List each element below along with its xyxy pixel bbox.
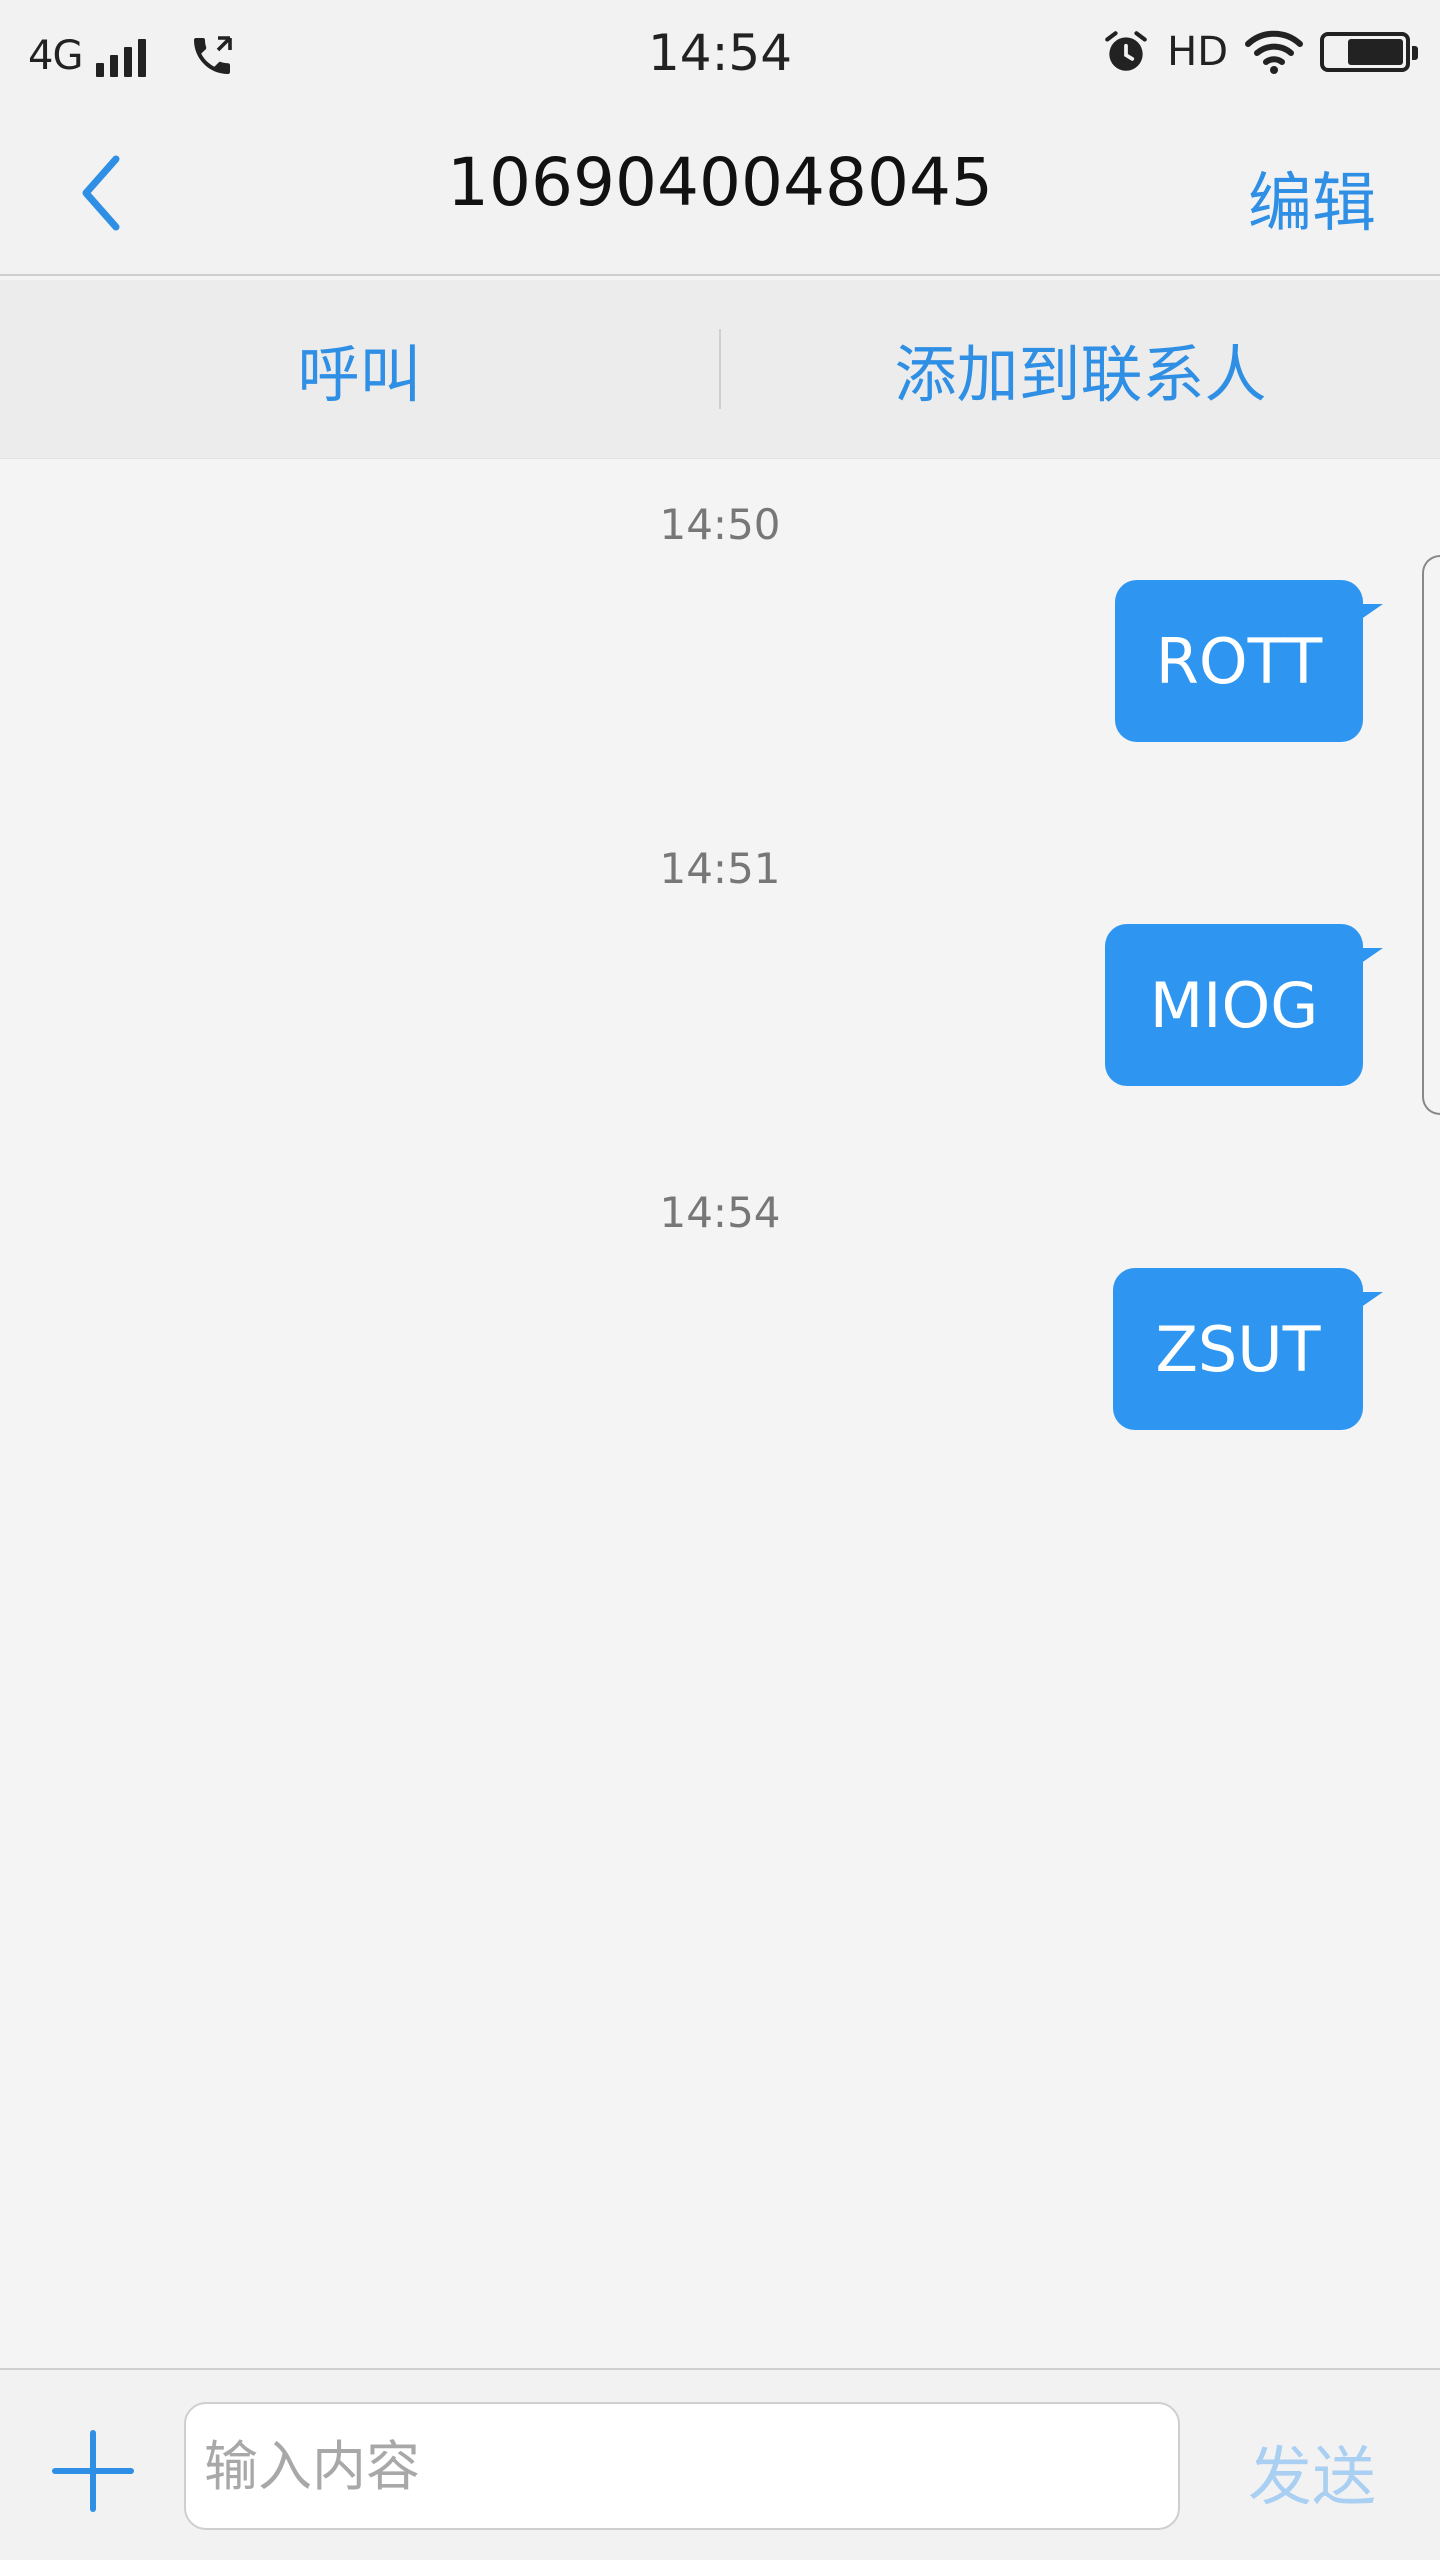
plus-icon[interactable] (52, 2430, 134, 2512)
call-button[interactable]: 呼叫 (0, 324, 719, 414)
status-bar: 4G 14:54 HD (0, 0, 1440, 108)
alarm-icon (1105, 31, 1147, 71)
page-title: 1069040048045 (447, 144, 993, 221)
message-bubble[interactable]: ZSUT (1113, 1268, 1383, 1430)
send-button[interactable]: 发送 (1248, 2426, 1376, 2518)
message-timestamp: 14:51 (659, 844, 781, 893)
battery-icon (1320, 32, 1418, 72)
edit-button[interactable]: 编辑 (1248, 152, 1376, 244)
status-right: HD (1101, 24, 1418, 80)
side-panel-handle[interactable] (1422, 555, 1440, 1115)
add-to-contacts-button[interactable]: 添加到联系人 (721, 324, 1440, 414)
message-input[interactable] (184, 2402, 1180, 2530)
message-timestamp: 14:50 (659, 500, 781, 549)
conversation-header: 1069040048045 编辑 (0, 108, 1440, 276)
message-bubble[interactable]: ROTT (1115, 580, 1383, 742)
message-bubble[interactable]: MIOG (1105, 924, 1383, 1086)
message-timestamp: 14:54 (659, 1188, 781, 1237)
hd-label: HD (1167, 29, 1228, 75)
composer-bar: 发送 (0, 2368, 1440, 2560)
wifi-icon (1245, 30, 1303, 74)
action-bar: 呼叫 添加到联系人 (0, 280, 1440, 459)
